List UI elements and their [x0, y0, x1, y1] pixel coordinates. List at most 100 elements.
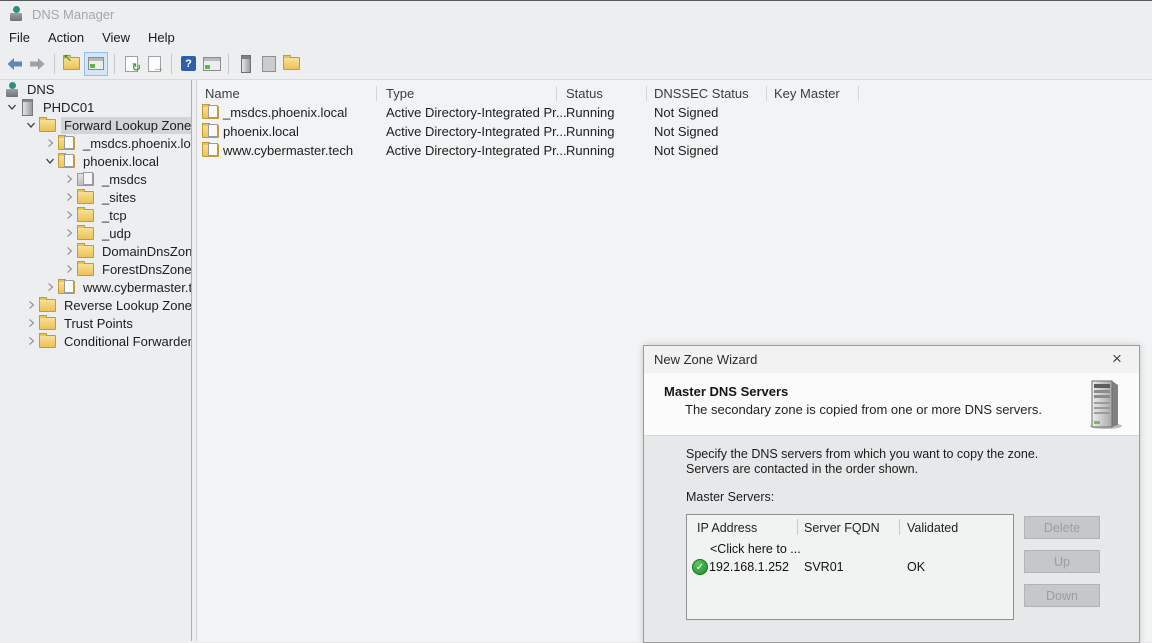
- master-server-ip[interactable]: 192.168.1.252: [709, 560, 789, 574]
- chevron-collapsed-icon[interactable]: [61, 226, 77, 240]
- up-button[interactable]: Up: [1024, 550, 1100, 573]
- tree-item-label: Trust Points: [61, 315, 136, 332]
- menu-action[interactable]: Action: [39, 28, 93, 47]
- column-separator[interactable]: [899, 519, 900, 535]
- chevron-collapsed-icon[interactable]: [42, 280, 58, 294]
- tree-item-domaindnszones[interactable]: DomainDnsZones: [0, 242, 191, 260]
- column-separator[interactable]: [858, 86, 859, 101]
- zone-folder-icon: [202, 106, 219, 119]
- console-window-icon[interactable]: [201, 53, 222, 74]
- folder-icon: [39, 119, 56, 132]
- column-separator[interactable]: [556, 86, 557, 101]
- zone-status: Running: [566, 124, 614, 139]
- toolbar-separator: [54, 54, 55, 74]
- zone-dnssec: Not Signed: [654, 124, 718, 139]
- tree-item-label: _udp: [99, 225, 134, 242]
- server-list-icon[interactable]: [235, 53, 256, 74]
- tree-item-label: Forward Lookup Zones: [61, 117, 192, 134]
- tree-item-tcp[interactable]: _tcp: [0, 206, 191, 224]
- export-list-icon[interactable]: →: [144, 53, 165, 74]
- chevron-collapsed-icon[interactable]: [61, 262, 77, 276]
- column-separator[interactable]: [797, 519, 798, 535]
- up-one-level-icon[interactable]: ↖: [61, 53, 82, 74]
- chevron-collapsed-icon[interactable]: [23, 334, 39, 348]
- new-zone-folder-icon[interactable]: [281, 53, 302, 74]
- show-console-tree-icon[interactable]: [84, 52, 108, 76]
- tree-item-www-cybermaster-tech[interactable]: www.cybermaster.tech: [0, 278, 191, 296]
- column-header-dnssec-status[interactable]: DNSSEC Status: [654, 86, 749, 101]
- chevron-expanded-icon[interactable]: [4, 100, 20, 114]
- wizard-page-title: Master DNS Servers: [664, 384, 788, 399]
- tree-item-reverse-lookup-zones[interactable]: Reverse Lookup Zones: [0, 296, 191, 314]
- chevron-collapsed-icon[interactable]: [23, 298, 39, 312]
- close-icon[interactable]: ×: [1106, 349, 1128, 369]
- console-tree-panel: DNS PHDC01 Forward Lookup Zones _msdcs.p…: [0, 80, 192, 641]
- toolbar-separator: [228, 54, 229, 74]
- chevron-collapsed-icon[interactable]: [42, 136, 58, 150]
- chevron-collapsed-icon[interactable]: [61, 244, 77, 258]
- chevron-collapsed-icon[interactable]: [61, 190, 77, 204]
- tree-item-dns[interactable]: DNS: [0, 80, 191, 98]
- tree-item-phoenix-local[interactable]: phoenix.local: [0, 152, 191, 170]
- chevron-collapsed-icon[interactable]: [61, 172, 77, 186]
- tree-item-forward-lookup-zones[interactable]: Forward Lookup Zones: [0, 116, 191, 134]
- column-header-status[interactable]: Status: [566, 86, 603, 101]
- tree-item-label: DNS: [24, 81, 57, 98]
- chevron-collapsed-icon[interactable]: [61, 208, 77, 222]
- tree-item-forestdnszones[interactable]: ForestDnsZones: [0, 260, 191, 278]
- tree-item-label: ForestDnsZones: [99, 261, 192, 278]
- tree-item-sites[interactable]: _sites: [0, 188, 191, 206]
- delete-button[interactable]: Delete: [1024, 516, 1100, 539]
- table-header-ip-address[interactable]: IP Address: [697, 521, 757, 535]
- menu-help[interactable]: Help: [139, 28, 184, 47]
- table-header-validated[interactable]: Validated: [907, 521, 958, 535]
- column-header-name[interactable]: Name: [205, 86, 240, 101]
- master-servers-label: Master Servers:: [686, 490, 774, 504]
- menu-file[interactable]: File: [0, 28, 39, 47]
- back-arrow-icon[interactable]: [4, 53, 25, 74]
- chevron-collapsed-icon[interactable]: [23, 316, 39, 330]
- tree-item-label: _msdcs: [99, 171, 150, 188]
- forward-arrow-icon[interactable]: [27, 53, 48, 74]
- zone-row-phoenix-local[interactable]: phoenix.local Active Directory-Integrate…: [197, 123, 1152, 142]
- dns-root-icon: [6, 82, 19, 97]
- master-servers-table[interactable]: IP Address Server FQDN Validated <Click …: [686, 514, 1014, 620]
- column-separator[interactable]: [766, 86, 767, 101]
- zone-name: www.cybermaster.tech: [223, 143, 353, 158]
- zone-row-msdcs-phoenix-local[interactable]: _msdcs.phoenix.local Active Directory-In…: [197, 104, 1152, 123]
- tree-item-udp[interactable]: _udp: [0, 224, 191, 242]
- add-server-placeholder-row[interactable]: <Click here to ...: [710, 542, 801, 556]
- chevron-expanded-icon[interactable]: [23, 118, 39, 132]
- tree-item-msdcs[interactable]: _msdcs: [0, 170, 191, 188]
- toolbar-separator: [171, 54, 172, 74]
- tree-item-conditional-forwarders[interactable]: Conditional Forwarders: [0, 332, 191, 350]
- tree-item-label: _msdcs.phoenix.local: [80, 135, 192, 152]
- column-header-type[interactable]: Type: [386, 86, 414, 101]
- zone-dnssec: Not Signed: [654, 105, 718, 120]
- column-header-key-master[interactable]: Key Master: [774, 86, 840, 101]
- zone-name: _msdcs.phoenix.local: [223, 105, 347, 120]
- master-server-fqdn[interactable]: SVR01: [804, 560, 844, 574]
- zone-folder-icon: [58, 155, 75, 168]
- dialog-title: New Zone Wizard: [654, 352, 757, 367]
- toolbar: ↖ ↻ → ?: [0, 48, 1152, 80]
- refresh-icon[interactable]: ↻: [121, 53, 142, 74]
- tree-item-trust-points[interactable]: Trust Points: [0, 314, 191, 332]
- column-separator[interactable]: [376, 86, 377, 101]
- help-icon[interactable]: ?: [178, 53, 199, 74]
- tree-item-label: _tcp: [99, 207, 130, 224]
- server-tower-icon: [1084, 378, 1126, 430]
- folder-icon: [77, 209, 94, 222]
- folder-icon: [39, 317, 56, 330]
- menu-view[interactable]: View: [93, 28, 139, 47]
- down-button[interactable]: Down: [1024, 584, 1100, 607]
- zone-type: Active Directory-Integrated Pr...: [386, 105, 567, 120]
- tree-item-msdcs-phoenix-local[interactable]: _msdcs.phoenix.local: [0, 134, 191, 152]
- column-separator[interactable]: [646, 86, 647, 101]
- master-server-validated[interactable]: OK: [907, 560, 925, 574]
- table-header-server-fqdn[interactable]: Server FQDN: [804, 521, 880, 535]
- tree-item-phdc01[interactable]: PHDC01: [0, 98, 191, 116]
- chevron-expanded-icon[interactable]: [42, 154, 58, 168]
- zone-row-www-cybermaster-tech[interactable]: www.cybermaster.tech Active Directory-In…: [197, 142, 1152, 161]
- properties-icon[interactable]: [258, 53, 279, 74]
